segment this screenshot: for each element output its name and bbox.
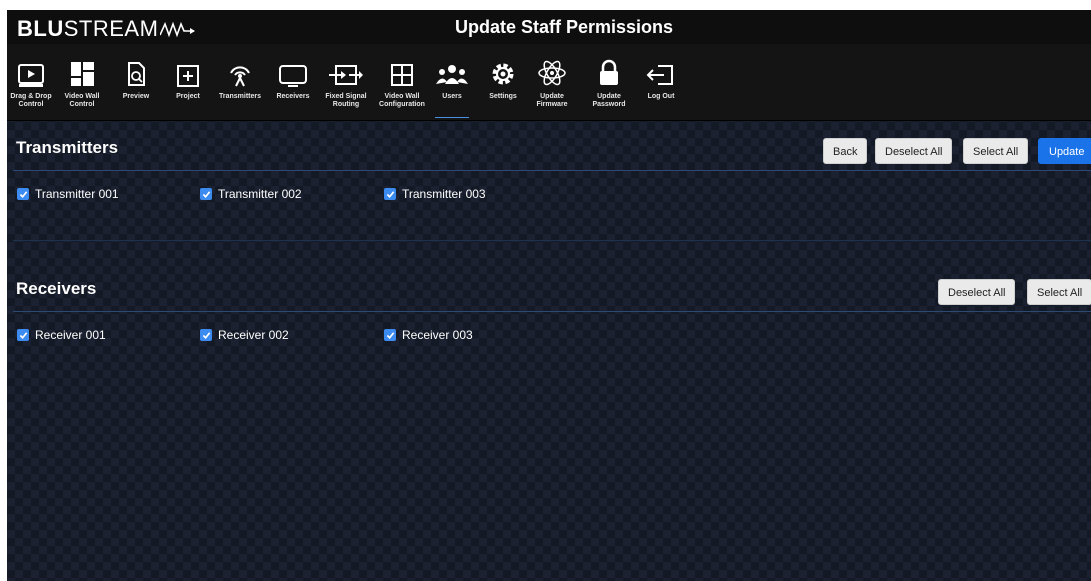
nav-update-password[interactable]: Update Password bbox=[589, 44, 629, 120]
nav-transmitters[interactable]: Transmitters bbox=[214, 44, 266, 120]
transmitters-deselect-all-button[interactable]: Deselect All bbox=[875, 138, 953, 164]
play-screen-icon bbox=[18, 64, 44, 87]
app-window: BLUSTREAM Update Staff Permissions Drag … bbox=[7, 10, 1091, 581]
nav-settings[interactable]: Settings bbox=[483, 44, 523, 120]
nav-project[interactable]: Project bbox=[171, 44, 205, 120]
checkbox-checked-icon[interactable] bbox=[17, 188, 29, 200]
receivers-deselect-all-button[interactable]: Deselect All bbox=[938, 279, 1016, 305]
nav-preview[interactable]: Preview bbox=[119, 44, 153, 120]
main-nav: Drag & Drop Control Video Wall Control P… bbox=[7, 44, 1091, 121]
nav-receivers[interactable]: Receivers bbox=[270, 44, 316, 120]
update-button[interactable]: Update bbox=[1038, 138, 1091, 164]
users-icon bbox=[436, 65, 468, 84]
transmitter-checkbox-001[interactable]: Transmitter 001 bbox=[17, 187, 119, 201]
page-title: Update Staff Permissions bbox=[454, 17, 674, 37]
transmitter-checkbox-002[interactable]: Transmitter 002 bbox=[200, 187, 302, 201]
routing-icon bbox=[329, 65, 363, 85]
nav-log-out[interactable]: Log Out bbox=[643, 44, 679, 120]
lock-icon bbox=[600, 59, 618, 85]
back-button[interactable]: Back bbox=[823, 138, 868, 164]
atom-icon bbox=[538, 60, 566, 86]
project-plus-icon bbox=[177, 65, 199, 87]
antenna-icon bbox=[230, 66, 250, 87]
checkbox-checked-icon[interactable] bbox=[384, 329, 396, 341]
checkbox-checked-icon[interactable] bbox=[200, 188, 212, 200]
top-bar: BLUSTREAM Update Staff Permissions bbox=[7, 10, 1091, 44]
nav-drag-drop-control[interactable]: Drag & Drop Control bbox=[7, 44, 55, 120]
nav-update-firmware[interactable]: Update Firmware bbox=[532, 44, 572, 120]
transmitters-title: Transmitters bbox=[16, 138, 119, 157]
transmitter-checkbox-003[interactable]: Transmitter 003 bbox=[384, 187, 486, 201]
logout-icon bbox=[646, 65, 673, 85]
receiver-checkbox-001[interactable]: Receiver 001 bbox=[17, 328, 106, 342]
nav-fixed-signal-routing[interactable]: Fixed Signal Routing bbox=[320, 44, 372, 120]
receiver-checkbox-003[interactable]: Receiver 003 bbox=[384, 328, 473, 342]
receivers-divider bbox=[13, 311, 1091, 312]
checkbox-checked-icon[interactable] bbox=[200, 329, 212, 341]
gear-icon bbox=[492, 63, 514, 85]
nav-users[interactable]: Users bbox=[431, 44, 473, 120]
nav-video-wall-configuration[interactable]: Video Wall Configuration bbox=[374, 44, 430, 120]
preview-doc-icon bbox=[128, 62, 145, 86]
section-separator bbox=[13, 240, 1091, 241]
grid-icon bbox=[391, 64, 413, 86]
checkbox-checked-icon[interactable] bbox=[17, 329, 29, 341]
receiver-checkbox-002[interactable]: Receiver 002 bbox=[200, 328, 289, 342]
receivers-select-all-button[interactable]: Select All bbox=[1027, 279, 1091, 305]
monitor-icon bbox=[279, 65, 307, 87]
receivers-title: Receivers bbox=[16, 279, 97, 298]
nav-video-wall-control[interactable]: Video Wall Control bbox=[58, 44, 106, 120]
transmitters-divider bbox=[13, 170, 1091, 171]
video-wall-icon bbox=[71, 62, 94, 86]
transmitters-select-all-button[interactable]: Select All bbox=[963, 138, 1029, 164]
checkbox-checked-icon[interactable] bbox=[384, 188, 396, 200]
